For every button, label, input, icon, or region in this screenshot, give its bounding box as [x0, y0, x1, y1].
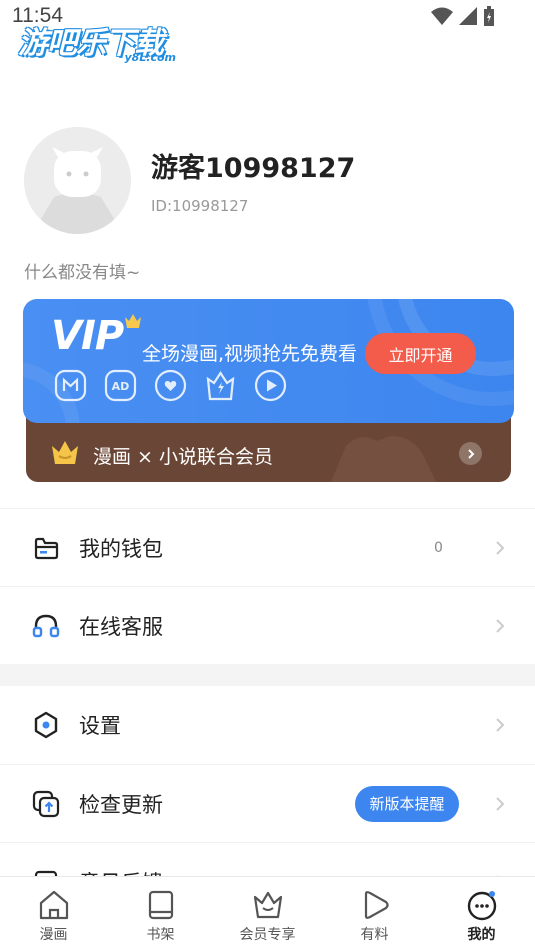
menu-row-settings[interactable]: 设置	[0, 686, 535, 764]
headset-icon	[31, 611, 61, 641]
tab-label: 漫画	[39, 927, 68, 943]
watermark-sub: y8L.com	[124, 51, 176, 64]
default-avatar-icon	[24, 127, 131, 234]
service-label: 在线客服	[79, 614, 163, 639]
tab-feed[interactable]: 有料	[321, 877, 428, 951]
battery-icon	[484, 6, 494, 26]
username: 游客10998127	[151, 153, 356, 184]
settings-icon	[31, 710, 61, 740]
status-icons	[431, 6, 495, 26]
svg-text:AD: AD	[112, 380, 130, 393]
section-divider	[0, 664, 535, 686]
ad-icon: AD	[104, 369, 137, 402]
tab-label: 有料	[360, 927, 389, 943]
manga-icon	[54, 369, 87, 402]
tab-mine[interactable]: 我的	[428, 877, 535, 951]
menu-row-update[interactable]: 检查更新 新版本提醒	[0, 764, 535, 842]
tab-label: 我的	[467, 927, 496, 943]
tab-manga[interactable]: 漫画	[0, 877, 107, 951]
heart-icon	[154, 369, 187, 402]
chevron-right-icon	[496, 618, 505, 633]
wallet-count: 0	[434, 539, 443, 556]
vip-card[interactable]: VIP 全场漫画,视频抢先免费看 立即开通 AD	[23, 299, 514, 423]
bolt-icon	[204, 369, 237, 402]
vip-crown-icon	[125, 314, 141, 328]
chevron-right-icon	[496, 718, 505, 732]
vip-slogan: 全场漫画,视频抢先免费看	[142, 343, 358, 365]
chevron-right-icon	[496, 540, 505, 555]
tab-bookshelf[interactable]: 书架	[107, 877, 214, 951]
open-vip-button[interactable]: 立即开通	[365, 333, 476, 374]
watermark-logo: 游吧乐下载 y8L.com	[18, 18, 188, 68]
update-label: 检查更新	[79, 792, 163, 817]
play-icon	[364, 891, 389, 919]
chevron-right-icon[interactable]	[459, 442, 482, 465]
wifi-icon	[431, 7, 453, 25]
settings-label: 设置	[79, 714, 121, 738]
crown-icon	[52, 441, 78, 464]
new-version-badge: 新版本提醒	[355, 785, 459, 822]
tab-vip[interactable]: 会员专享	[214, 877, 321, 951]
menu-row-service[interactable]: 在线客服	[0, 586, 535, 664]
face-icon	[467, 891, 496, 921]
menu-row-wallet[interactable]: 我的钱包 0	[0, 508, 535, 586]
avatar[interactable]	[24, 127, 131, 234]
book-icon	[148, 890, 173, 920]
tab-label: 书架	[146, 927, 175, 943]
crown-icon	[253, 891, 282, 919]
wallet-label: 我的钱包	[79, 536, 163, 561]
vip-perk-icons: AD	[54, 369, 287, 402]
vip-logo: VIP	[51, 313, 124, 359]
novel-membership-label: 漫画 × 小说联合会员	[93, 446, 273, 468]
chevron-right-icon	[496, 796, 505, 811]
user-id: ID:10998127	[151, 197, 249, 215]
bottom-tab-bar: 漫画 书架 会员专享 有料 我的	[0, 876, 535, 951]
house-icon	[39, 890, 68, 920]
user-bio[interactable]: 什么都没有填~	[24, 258, 140, 283]
signal-icon	[459, 7, 477, 25]
wallet-icon	[31, 533, 61, 563]
update-icon	[31, 789, 61, 819]
tab-label: 会员专享	[239, 927, 296, 943]
play-icon	[254, 369, 287, 402]
